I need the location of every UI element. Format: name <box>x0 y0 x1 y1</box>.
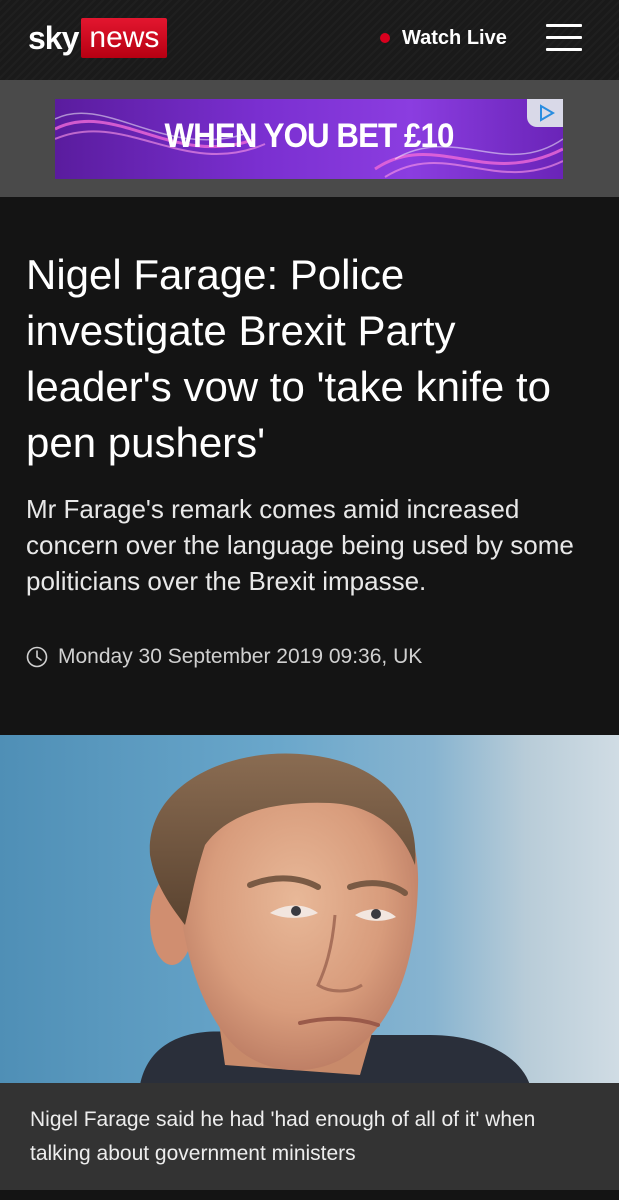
article-headline: Nigel Farage: Police investigate Brexit … <box>26 251 551 466</box>
timestamp-text: Monday 30 September 2019 09:36, UK <box>58 645 423 668</box>
ad-choices-icon[interactable] <box>527 99 563 127</box>
watch-live-link[interactable]: Watch Live <box>380 24 507 52</box>
sky-news-logo[interactable]: sky news <box>28 17 168 59</box>
hamburger-menu-icon[interactable] <box>546 22 582 52</box>
logo-sky-text: sky <box>28 19 79 56</box>
advert-band: WHEN YOU BET £10 <box>0 80 619 197</box>
watch-live-label: Watch Live <box>402 26 507 49</box>
logo-news-text: news <box>81 18 168 58</box>
site-header: sky news Watch Live <box>0 0 619 80</box>
article-standfirst: Mr Farage's remark comes amid increased … <box>26 494 574 596</box>
article-timestamp: Monday 30 September 2019 09:36, UK <box>26 645 422 669</box>
portrait-illustration <box>140 753 530 1085</box>
clock-icon <box>26 646 48 668</box>
photo-caption-box: Nigel Farage said he had 'had enough of … <box>0 1083 619 1190</box>
page-bottom-edge <box>0 1190 619 1200</box>
article-photo[interactable] <box>0 735 619 1085</box>
live-dot-icon <box>380 33 390 43</box>
advert-banner[interactable]: WHEN YOU BET £10 <box>55 99 563 179</box>
ad-headline: WHEN YOU BET £10 <box>164 117 455 155</box>
photo-caption: Nigel Farage said he had 'had enough of … <box>30 1108 536 1165</box>
